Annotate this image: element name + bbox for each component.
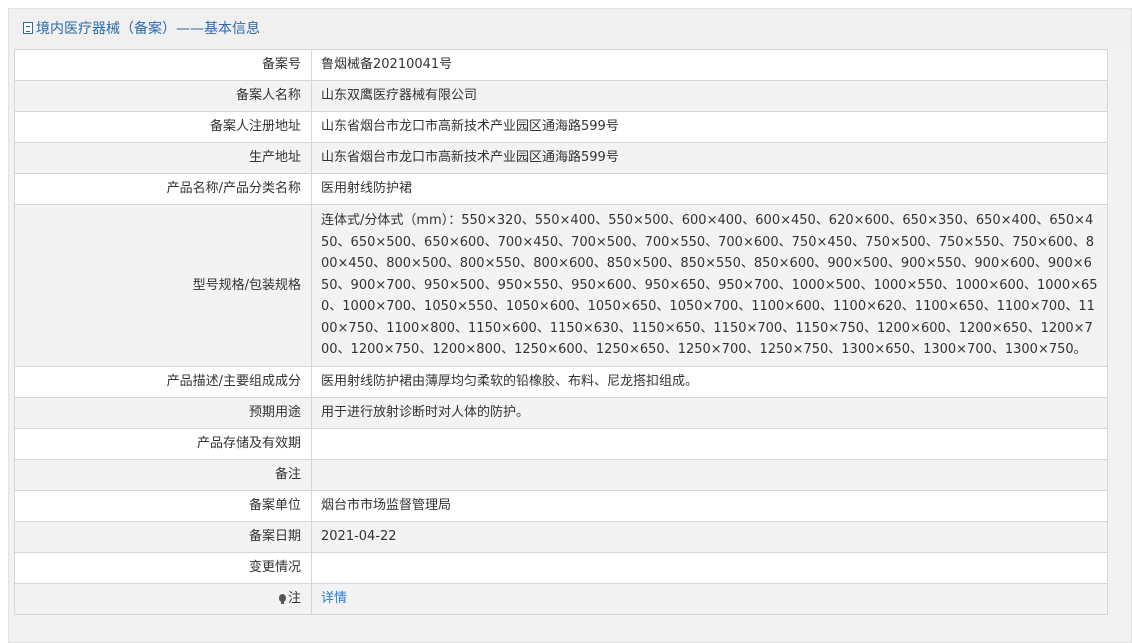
row-label: 生产地址	[14, 142, 312, 174]
detail-link[interactable]: 详情	[321, 591, 347, 606]
row-value	[311, 551, 1108, 584]
row-value: 连体式/分体式（mm）：550×320、550×400、550×500、600×…	[311, 204, 1108, 367]
table-row: 注 详情	[14, 582, 1108, 615]
row-label: 型号规格/包装规格	[14, 204, 312, 367]
row-label: 备注	[14, 458, 312, 491]
row-label: 备案单位	[14, 489, 312, 522]
row-label: 备案号	[14, 49, 312, 81]
row-value	[311, 427, 1108, 460]
row-value: 鲁烟械备20210041号	[311, 49, 1108, 81]
table-row: 备案日期 2021-04-22	[14, 520, 1108, 553]
row-label: 备案人注册地址	[14, 111, 312, 143]
info-table: 备案号 鲁烟械备20210041号 备案人名称 山东双鹰医疗器械有限公司 备案人…	[14, 49, 1108, 615]
table-row: 生产地址 山东省烟台市龙口市高新技术产业园区通海路599号	[14, 142, 1108, 174]
row-label: 备案人名称	[14, 80, 312, 112]
panel-header: 境内医疗器械（备案）——基本信息	[9, 9, 1131, 49]
row-value: 烟台市市场监督管理局	[311, 489, 1108, 522]
row-value: 山东双鹰医疗器械有限公司	[311, 80, 1108, 112]
row-label: 变更情况	[14, 551, 312, 584]
row-value: 医用射线防护裙	[311, 173, 1108, 205]
row-label: 产品存储及有效期	[14, 427, 312, 460]
row-value: 山东省烟台市龙口市高新技术产业园区通海路599号	[311, 111, 1108, 143]
document-icon	[23, 22, 33, 34]
table-row: 产品描述/主要组成成分 医用射线防护裙由薄厚均匀柔软的铅橡胶、布料、尼龙搭扣组成…	[14, 365, 1108, 398]
row-label: 备案日期	[14, 520, 312, 553]
row-value: 医用射线防护裙由薄厚均匀柔软的铅橡胶、布料、尼龙搭扣组成。	[311, 365, 1108, 398]
table-row: 备注	[14, 458, 1108, 491]
row-value: 2021-04-22	[311, 520, 1108, 553]
table-row: 产品存储及有效期	[14, 427, 1108, 460]
table-row: 型号规格/包装规格 连体式/分体式（mm）：550×320、550×400、55…	[14, 204, 1108, 367]
table-row: 变更情况	[14, 551, 1108, 584]
row-value: 详情	[311, 582, 1108, 615]
row-label: 预期用途	[14, 396, 312, 429]
table-row: 产品名称/产品分类名称 医用射线防护裙	[14, 173, 1108, 205]
bulb-icon	[278, 593, 286, 604]
table-row: 备案人名称 山东双鹰医疗器械有限公司	[14, 80, 1108, 112]
table-row: 预期用途 用于进行放射诊断时对人体的防护。	[14, 396, 1108, 429]
table-row: 备案号 鲁烟械备20210041号	[14, 49, 1108, 81]
row-label: 产品描述/主要组成成分	[14, 365, 312, 398]
row-value: 山东省烟台市龙口市高新技术产业园区通海路599号	[311, 142, 1108, 174]
row-value	[311, 458, 1108, 491]
row-label: 注	[287, 590, 301, 606]
row-value: 用于进行放射诊断时对人体的防护。	[311, 396, 1108, 429]
note-label-cell: 注	[14, 582, 312, 615]
table-row: 备案人注册地址 山东省烟台市龙口市高新技术产业园区通海路599号	[14, 111, 1108, 143]
row-label: 产品名称/产品分类名称	[14, 173, 312, 205]
page-title: 境内医疗器械（备案）——基本信息	[36, 21, 260, 37]
table-row: 备案单位 烟台市市场监督管理局	[14, 489, 1108, 522]
